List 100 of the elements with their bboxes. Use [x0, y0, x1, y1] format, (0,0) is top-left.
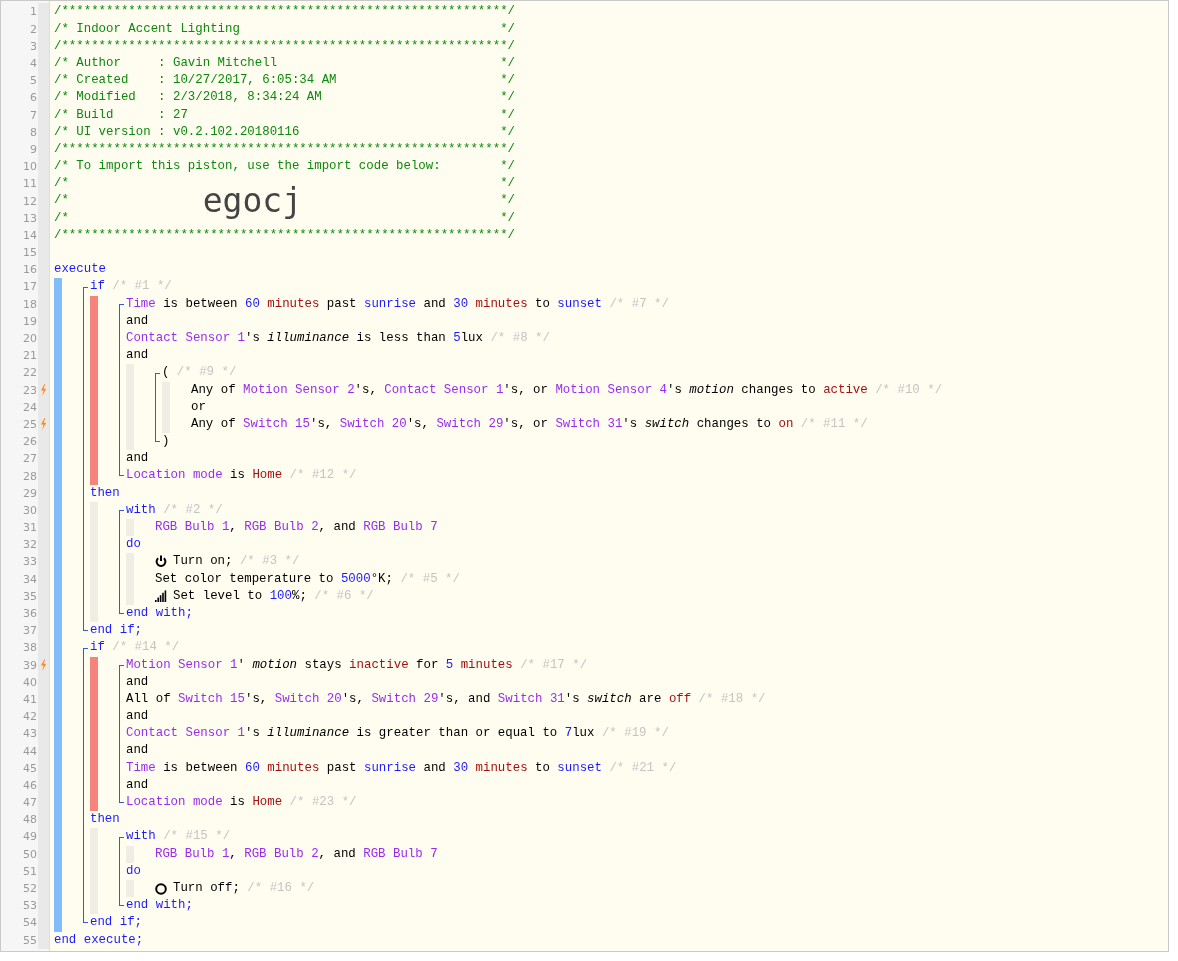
code-line: Set level to 100%; /* #6 */: [173, 587, 374, 605]
header-comment: /************************************************************/: [54, 37, 515, 55]
line-number: 9: [29, 143, 38, 156]
line-number: 13: [22, 211, 38, 225]
comment-end: */: [500, 158, 515, 176]
code-line: Any of Switch 15's, Switch 20's, Switch 29's, or Switch 31's switch changes to on /* #11 */: [191, 415, 868, 433]
line-number: 54: [22, 916, 38, 930]
header-comment: /************************************************************/: [54, 226, 515, 244]
code-line: All of Switch 15's, Switch 20's, Switch 29's, and Switch 31's switch are off /* #18 */: [126, 690, 766, 708]
line-number: 14: [22, 228, 38, 242]
code-line: execute: [54, 261, 107, 279]
header-comment: /* Created : 10/27/2017, 6:05:34 AM: [54, 72, 337, 90]
comment-end: */: [500, 106, 515, 124]
circle-icon: [155, 882, 167, 895]
line-number: 39: [22, 658, 38, 672]
line-number: 7: [29, 108, 38, 122]
line-number: 51: [22, 864, 38, 878]
line-number: 29: [22, 486, 38, 500]
line-number: 12: [22, 194, 38, 208]
line-number: 27: [22, 452, 38, 466]
code-line: end if;: [90, 622, 143, 640]
comment-end: */: [500, 123, 515, 141]
code-line: RGB Bulb 1, RGB Bulb 2, and RGB Bulb 7: [155, 519, 438, 536]
header-comment: /************************************************************/: [54, 3, 515, 21]
code-line: Motion Sensor 1' motion stays inactive for 5 minutes /* #17 */: [126, 656, 588, 674]
line-number: 31: [22, 521, 38, 535]
comment-end: */: [500, 54, 515, 72]
code-line: and: [126, 450, 149, 468]
comment-end: */: [500, 72, 515, 90]
line-number: 55: [22, 933, 38, 947]
code-line: Turn on; /* #3 */: [173, 553, 300, 571]
line-number: 41: [22, 693, 38, 706]
line-number: 5: [29, 74, 38, 88]
line-number: 38: [22, 641, 38, 655]
code-line: and: [126, 312, 149, 330]
bracket-line: [119, 837, 124, 906]
header-comment: /************************************************************/: [54, 140, 515, 158]
line-number: 45: [22, 761, 38, 775]
signal-bars-icon: [155, 590, 167, 603]
comment-end: */: [500, 20, 515, 38]
line-number: 1: [29, 5, 38, 19]
header-comment: /* To import this piston, use the import code below:: [54, 158, 441, 176]
comment-end: */: [500, 192, 515, 210]
line-number: 20: [22, 332, 38, 346]
code-line: Any of Motion Sensor 2's, Contact Sensor 1's, or Motion Sensor 4's motion changes to active /* #10 */: [191, 381, 943, 399]
header-comment: /*: [54, 175, 69, 193]
code-line: do: [126, 536, 141, 554]
line-number: 23: [22, 383, 38, 397]
line-number: 4: [29, 57, 38, 71]
code-line: if /* #14 */: [90, 639, 180, 657]
line-number: 16: [22, 263, 38, 277]
line-number: 30: [22, 503, 38, 517]
code-line: Time is between 60 minutes past sunrise and 30 minutes to sunset /* #7 */: [126, 295, 669, 313]
line-number: 17: [22, 280, 38, 294]
code-line: Contact Sensor 1's illuminance is greater than or equal to 7lux /* #19 */: [126, 725, 669, 743]
line-number: 49: [22, 830, 38, 844]
code-line: or: [191, 398, 206, 416]
code-line: and: [126, 776, 149, 794]
code-line: and: [126, 673, 149, 691]
header-comment: /* Modified : 2/3/2018, 8:34:24 AM: [54, 89, 322, 107]
code-line: Location mode is Home /* #23 */: [126, 794, 357, 811]
code-line: with /* #2 */: [126, 501, 223, 519]
code-line: and: [126, 742, 149, 760]
code-line: Turn off; /* #16 */: [173, 879, 315, 897]
line-number: 6: [29, 91, 38, 105]
line-number: 48: [22, 813, 38, 827]
line-number: 40: [22, 675, 38, 689]
line-number: 24: [22, 400, 38, 414]
line-number: 18: [22, 297, 38, 311]
line-number: 21: [22, 349, 38, 363]
header-comment: /* Author : Gavin Mitchell: [54, 54, 278, 72]
code-line: Set color temperature to 5000°K; /* #5 */: [155, 570, 460, 588]
header-comment: /*: [54, 192, 70, 210]
line-number: 37: [22, 624, 38, 638]
line-number: 15: [22, 246, 38, 260]
line-number: 22: [22, 366, 38, 380]
code-line: and: [126, 347, 149, 365]
code-line: RGB Bulb 1, RGB Bulb 2, and RGB Bulb 7: [155, 845, 438, 863]
code-line: end if;: [90, 914, 143, 932]
header-comment: /*: [54, 209, 69, 227]
line-number: 47: [22, 796, 38, 810]
code-line: Location mode is Home /* #12 */: [126, 467, 357, 485]
line-number: 52: [22, 882, 38, 896]
code-line: ): [162, 433, 170, 451]
import-code: egocj: [202, 182, 303, 221]
code-line: with /* #15 */: [126, 828, 231, 846]
code-line: Contact Sensor 1's illuminance is less than 5lux /* #8 */: [126, 329, 550, 347]
code-line: then: [90, 811, 120, 829]
code-line: ( /* #9 */: [162, 364, 237, 382]
line-number: 26: [22, 435, 38, 449]
line-number: 53: [22, 899, 38, 913]
line-number: 3: [29, 39, 38, 53]
line-number: 33: [22, 555, 38, 569]
line-number: 50: [22, 847, 38, 861]
line-number: 34: [22, 572, 38, 586]
code-line: end with;: [126, 897, 193, 915]
comment-end: */: [500, 209, 515, 227]
line-number: 46: [22, 778, 38, 792]
code-line: and: [126, 708, 149, 726]
header-comment: /* UI version : v0.2.102.20180116: [54, 123, 300, 141]
